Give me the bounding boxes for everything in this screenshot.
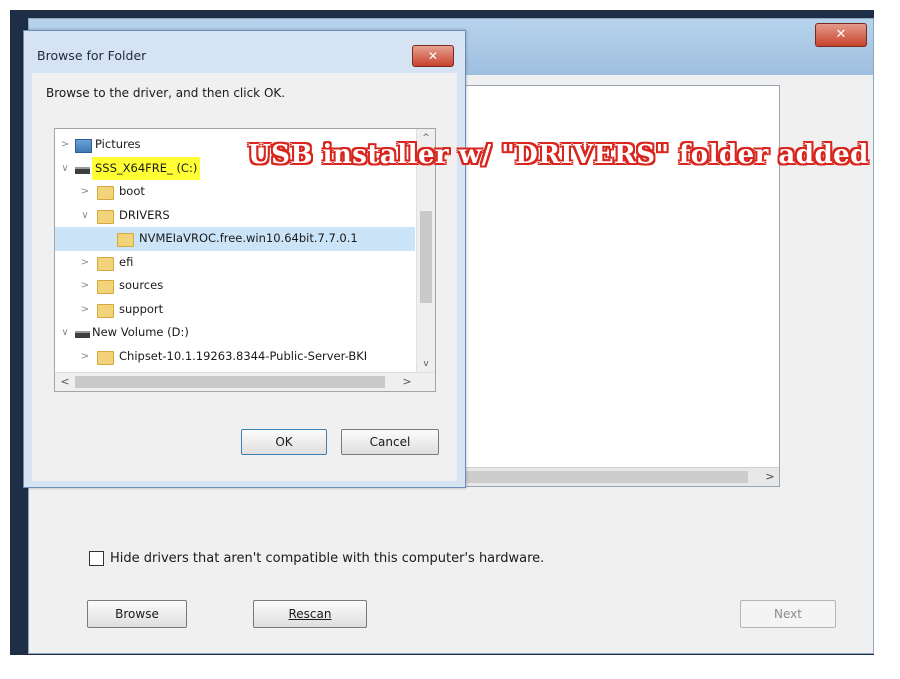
tree-item-label: Pictures	[95, 137, 141, 151]
chevron-down-icon[interactable]: ∨	[59, 321, 71, 345]
browse-for-folder-dialog: Browse for Folder ✕ Browse to the driver…	[23, 30, 466, 488]
tree-item-efi[interactable]: > efi	[55, 251, 415, 275]
tree-item-boot[interactable]: > boot	[55, 180, 415, 204]
tree-item-label: SSS_X64FRE_ (C:)	[92, 156, 201, 180]
browse-button[interactable]: Browse	[87, 600, 187, 628]
hide-incompatible-option[interactable]: Hide drivers that aren't compatible with…	[89, 551, 544, 566]
next-button-label: Next	[774, 607, 802, 621]
tree-item-label: boot	[119, 184, 145, 198]
drive-icon	[75, 331, 90, 338]
tree-item-label: New Volume (D:)	[92, 325, 189, 339]
scroll-down-icon[interactable]: v	[417, 357, 435, 371]
scroll-left-icon[interactable]: <	[57, 373, 73, 391]
dialog-instruction: Browse to the driver, and then click OK.	[46, 86, 286, 100]
chevron-right-icon[interactable]: >	[79, 345, 91, 369]
browse-button-label: Browse	[115, 607, 159, 621]
drive-icon	[75, 166, 90, 174]
hide-drivers-label: Hide drivers that aren't compatible with…	[110, 551, 545, 566]
tree-item-sources[interactable]: > sources	[55, 274, 415, 298]
chevron-right-icon[interactable]: >	[59, 133, 71, 157]
rescan-button-label: Rescan	[288, 607, 332, 621]
folder-icon	[97, 303, 114, 318]
rescan-button[interactable]: Rescan	[253, 600, 367, 628]
hide-drivers-checkbox[interactable]	[89, 551, 104, 566]
chevron-right-icon[interactable]: >	[79, 180, 91, 204]
folder-icon	[97, 256, 114, 271]
ok-button-label: OK	[275, 435, 293, 449]
cancel-button-label: Cancel	[369, 435, 411, 449]
tree-hscrollbar[interactable]: < >	[55, 372, 435, 391]
folder-icon	[97, 280, 114, 294]
chevron-right-icon[interactable]: >	[79, 251, 91, 275]
tree-item-drive-d[interactable]: ∨ New Volume (D:)	[55, 321, 415, 345]
folder-icon	[97, 186, 114, 200]
folder-icon	[97, 209, 114, 224]
overlay-annotation: USB installer w/ "DRIVERS" folder added	[248, 140, 869, 170]
dialog-title: Browse for Folder	[37, 48, 147, 63]
tree-item-label: Chipset-10.1.19263.8344-Public-Server-BK…	[119, 348, 368, 363]
tree-hscroll-thumb[interactable]	[75, 376, 385, 388]
tree-item-label: support	[119, 301, 164, 316]
cancel-button[interactable]: Cancel	[341, 429, 439, 455]
setup-close-button[interactable]: ✕	[815, 23, 867, 47]
tree-item-label: DRIVERS	[119, 207, 170, 222]
dialog-close-button[interactable]: ✕	[412, 45, 454, 67]
tree-item-support[interactable]: > support	[55, 298, 415, 322]
tree-item-drivers[interactable]: ∨ DRIVERS	[55, 204, 415, 228]
tree-item-label: sources	[119, 278, 164, 292]
tree-item-label: efi	[119, 254, 134, 269]
next-button[interactable]: Next	[740, 600, 836, 628]
chevron-right-icon[interactable]: >	[79, 298, 91, 322]
scroll-right-icon[interactable]: >	[761, 468, 779, 486]
dialog-body: Browse to the driver, and then click OK.…	[32, 73, 457, 481]
tree-item-label: NVMEIaVROC.free.win10.64bit.7.7.0.1	[139, 231, 358, 245]
chevron-down-icon[interactable]: ∨	[79, 204, 91, 228]
chevron-down-icon[interactable]: ∨	[59, 157, 71, 181]
pictures-icon	[75, 139, 92, 153]
ok-button[interactable]: OK	[241, 429, 327, 455]
tree-item-nvme-driver[interactable]: NVMEIaVROC.free.win10.64bit.7.7.0.1	[55, 227, 415, 251]
vscroll-thumb[interactable]	[420, 211, 432, 303]
tree-item-chipset[interactable]: > Chipset-10.1.19263.8344-Public-Server-…	[55, 345, 415, 369]
chevron-right-icon[interactable]: >	[79, 274, 91, 298]
scroll-right-icon[interactable]: >	[399, 373, 415, 391]
folder-icon	[117, 233, 134, 247]
folder-icon	[97, 350, 114, 365]
dialog-titlebar: Browse for Folder ✕	[24, 31, 465, 73]
